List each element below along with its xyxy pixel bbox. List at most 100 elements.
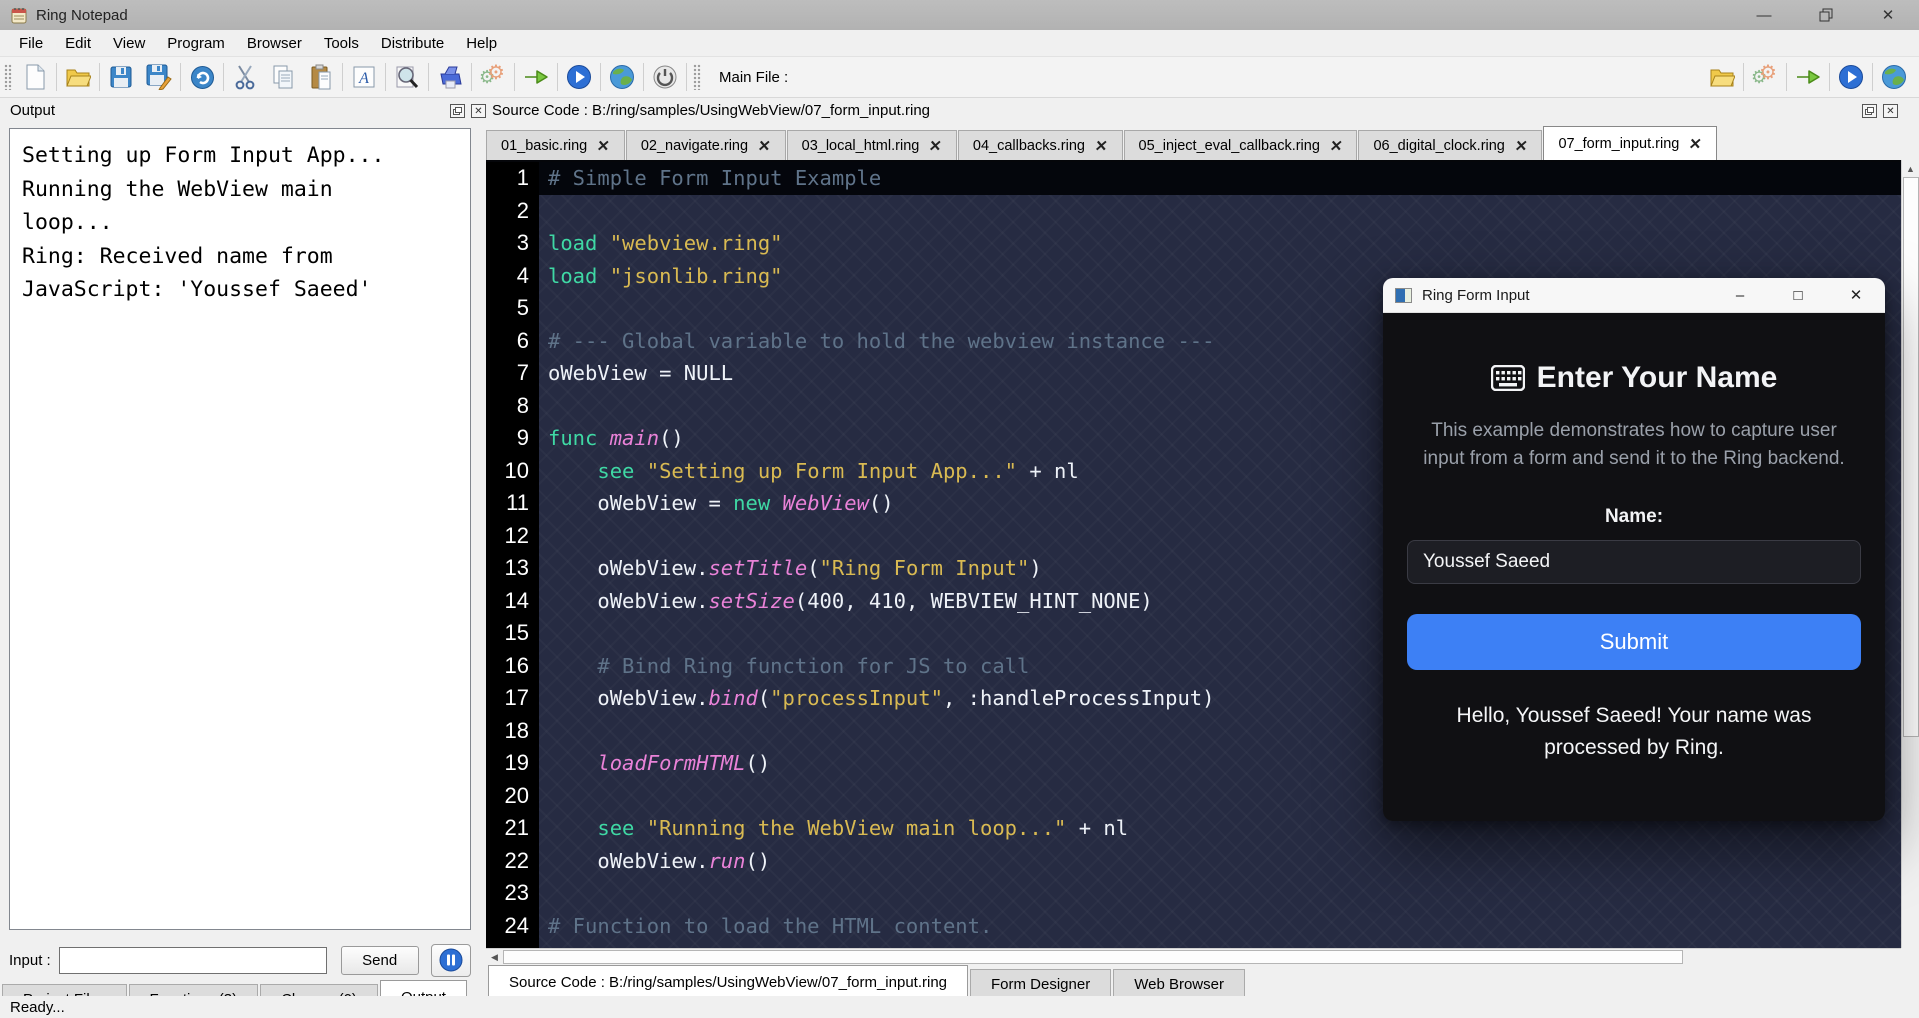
editor-tab-source[interactable]: Source Code : B:/ring/samples/UsingWebVi… bbox=[488, 965, 968, 999]
name-label: Name: bbox=[1383, 506, 1885, 528]
pause-icon bbox=[439, 948, 463, 972]
form-result-text: Hello, Youssef Saeed! Your name was proc… bbox=[1414, 700, 1854, 763]
source-close-icon[interactable]: ✕ bbox=[1883, 104, 1898, 118]
editor-horizontal-scrollbar[interactable]: ◀ bbox=[486, 948, 1901, 965]
send-button[interactable]: Send bbox=[341, 946, 419, 975]
font-icon[interactable]: A bbox=[345, 60, 383, 94]
line-number: 22 bbox=[486, 845, 539, 878]
copy-icon[interactable] bbox=[264, 60, 302, 94]
form-maximize-button[interactable]: □ bbox=[1769, 278, 1827, 312]
file-tab-label: 05_inject_eval_callback.ring bbox=[1139, 138, 1320, 154]
form-window-titlebar[interactable]: Ring Form Input – □ ✕ bbox=[1383, 278, 1885, 313]
output-close-icon[interactable]: ✕ bbox=[471, 104, 486, 118]
scroll-left-arrow[interactable]: ◀ bbox=[486, 949, 503, 965]
line-number: 7 bbox=[486, 357, 539, 390]
hscroll-thumb[interactable] bbox=[503, 950, 1683, 964]
menu-distribute[interactable]: Distribute bbox=[370, 32, 455, 55]
cut-icon[interactable] bbox=[226, 60, 264, 94]
status-bar: Ready... bbox=[0, 996, 1919, 1018]
titlebar: Ring Notepad — ✕ bbox=[0, 0, 1919, 30]
submit-button[interactable]: Submit bbox=[1407, 614, 1861, 670]
open-file-icon[interactable] bbox=[59, 60, 97, 94]
line-number: 1 bbox=[486, 162, 539, 195]
minimize-button[interactable]: — bbox=[1733, 0, 1795, 30]
line-number: 17 bbox=[486, 682, 539, 715]
paste-icon[interactable] bbox=[302, 60, 340, 94]
form-minimize-button[interactable]: – bbox=[1711, 278, 1769, 312]
save-icon[interactable] bbox=[102, 60, 140, 94]
tab-close-icon[interactable]: ✕ bbox=[1514, 137, 1529, 155]
debug-icon[interactable] bbox=[560, 60, 598, 94]
menu-help[interactable]: Help bbox=[455, 32, 508, 55]
find-icon[interactable] bbox=[388, 60, 426, 94]
tab-close-icon[interactable]: ✕ bbox=[928, 137, 943, 155]
line-number: 9 bbox=[486, 422, 539, 455]
print-icon[interactable] bbox=[431, 60, 469, 94]
tab-close-icon[interactable]: ✕ bbox=[1094, 137, 1109, 155]
code-line-2: 2 bbox=[486, 195, 1901, 228]
reload-icon[interactable] bbox=[183, 60, 221, 94]
file-tab-02_navigate-ring[interactable]: 02_navigate.ring ✕ bbox=[626, 130, 786, 160]
file-tab-label: 01_basic.ring bbox=[501, 138, 587, 154]
run-project-icon[interactable] bbox=[1789, 60, 1827, 94]
tab-close-icon[interactable]: ✕ bbox=[757, 137, 772, 155]
output-panel-title: Output bbox=[10, 102, 55, 119]
name-input[interactable] bbox=[1407, 540, 1861, 584]
web-project-icon[interactable] bbox=[1875, 60, 1913, 94]
source-float-icon[interactable] bbox=[1862, 104, 1877, 118]
form-heading: Enter Your Name bbox=[1383, 361, 1885, 395]
close-button[interactable]: ✕ bbox=[1857, 0, 1919, 30]
new-file-icon[interactable] bbox=[16, 60, 54, 94]
menu-tools[interactable]: Tools bbox=[313, 32, 370, 55]
web-icon[interactable] bbox=[603, 60, 641, 94]
power-icon[interactable] bbox=[646, 60, 684, 94]
code-line-22: 22 oWebView.run() bbox=[486, 845, 1901, 878]
tab-close-icon[interactable]: ✕ bbox=[1329, 137, 1344, 155]
pause-button[interactable] bbox=[431, 944, 471, 977]
file-tab-label: 02_navigate.ring bbox=[641, 138, 748, 154]
restore-button[interactable] bbox=[1795, 0, 1857, 30]
save-as-icon[interactable] bbox=[140, 60, 178, 94]
editor-vertical-scrollbar[interactable]: ▲ bbox=[1901, 160, 1919, 948]
menu-view[interactable]: View bbox=[102, 32, 156, 55]
run-icon[interactable] bbox=[517, 60, 555, 94]
debug-project-icon[interactable] bbox=[1832, 60, 1870, 94]
file-tab-label: 07_form_input.ring bbox=[1558, 136, 1679, 152]
menu-browser[interactable]: Browser bbox=[236, 32, 313, 55]
toolbar-grip bbox=[4, 64, 12, 90]
file-tab-05_inject_eval_callback-ring[interactable]: 05_inject_eval_callback.ring ✕ bbox=[1124, 130, 1358, 160]
tab-close-icon[interactable]: ✕ bbox=[596, 137, 611, 155]
line-number: 10 bbox=[486, 455, 539, 488]
line-number: 16 bbox=[486, 650, 539, 683]
menu-edit[interactable]: Edit bbox=[54, 32, 102, 55]
editor-tab-form[interactable]: Form Designer bbox=[970, 969, 1111, 999]
settings-icon[interactable]: ⚙⚙ bbox=[474, 60, 512, 94]
line-number: 2 bbox=[486, 195, 539, 228]
form-close-button[interactable]: ✕ bbox=[1827, 278, 1885, 312]
file-tab-04_callbacks-ring[interactable]: 04_callbacks.ring✕ bbox=[958, 130, 1123, 160]
source-panel-title: Source Code : B:/ring/samples/UsingWebVi… bbox=[492, 102, 930, 119]
scroll-up-arrow[interactable]: ▲ bbox=[1902, 160, 1919, 177]
open-project-icon[interactable] bbox=[1703, 60, 1741, 94]
menu-program[interactable]: Program bbox=[156, 32, 236, 55]
console-line: JavaScript: 'Youssef Saeed' bbox=[22, 273, 464, 307]
console-line: Running the WebView main bbox=[22, 173, 464, 207]
file-tab-03_local_html-ring[interactable]: 03_local_html.ring✕ bbox=[787, 130, 957, 160]
code-line-3: 3load "webview.ring" bbox=[486, 227, 1901, 260]
console-output[interactable]: Setting up Form Input App...Running the … bbox=[9, 128, 471, 930]
window-title: Ring Notepad bbox=[36, 7, 128, 24]
vscroll-thumb[interactable] bbox=[1903, 177, 1919, 737]
toolbar: A ⚙⚙ Main File : ⚙⚙ bbox=[0, 57, 1919, 98]
file-tab-07_form_input-ring[interactable]: 07_form_input.ring ✕ bbox=[1543, 126, 1717, 160]
panel-splitter[interactable] bbox=[478, 126, 486, 996]
line-number: 12 bbox=[486, 520, 539, 553]
editor-tab-web[interactable]: Web Browser bbox=[1113, 969, 1245, 999]
console-input[interactable] bbox=[59, 947, 327, 974]
menu-file[interactable]: File bbox=[8, 32, 54, 55]
line-number: 20 bbox=[486, 780, 539, 813]
tab-close-icon[interactable]: ✕ bbox=[1688, 135, 1703, 153]
file-tab-06_digital_clock-ring[interactable]: 06_digital_clock.ring✕ bbox=[1358, 130, 1542, 160]
project-settings-icon[interactable]: ⚙⚙ bbox=[1746, 60, 1784, 94]
output-float-icon[interactable] bbox=[450, 104, 465, 118]
file-tab-01_basic-ring[interactable]: 01_basic.ring ✕ bbox=[486, 130, 625, 160]
